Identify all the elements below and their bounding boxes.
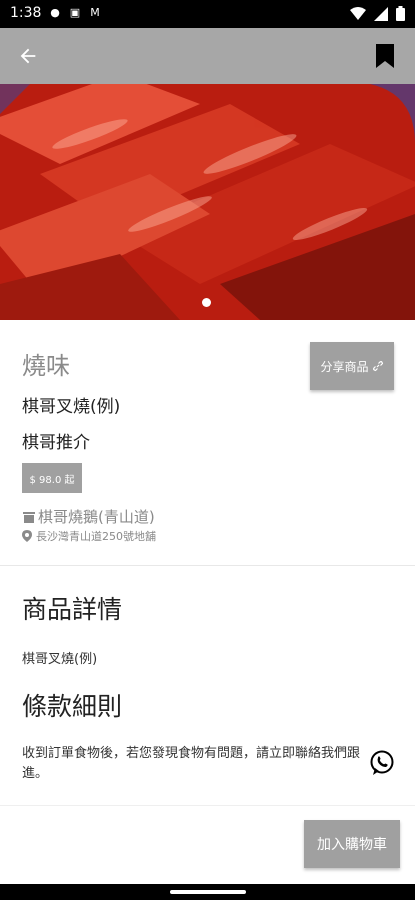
shop-link[interactable]: 棋哥燒鵝(青山道): [22, 506, 155, 527]
bookmark-button[interactable]: [373, 42, 397, 70]
message-icon: ●: [50, 6, 60, 19]
link-icon: [372, 361, 383, 372]
product-recommend: 棋哥推介: [22, 433, 90, 453]
details-text: 棋哥叉燒(例): [22, 652, 98, 667]
system-navigation-bar: [0, 884, 415, 900]
carousel-indicator: [202, 298, 211, 307]
shop-address: 長沙灣青山道250號地舖: [22, 528, 156, 544]
system-icons: [350, 6, 405, 21]
battery-icon: [396, 6, 405, 21]
product-name: 棋哥叉燒(例): [22, 397, 121, 417]
product-image-carousel[interactable]: [0, 84, 415, 320]
image-icon: ▣: [69, 6, 81, 19]
details-heading: 商品詳情: [22, 595, 123, 624]
shop-name: 棋哥燒鵝(青山道): [38, 508, 155, 526]
terms-text: 收到訂單食物後，若您發現食物有問題，請立即聯絡我們跟進。: [22, 746, 361, 781]
terms-heading: 條款細則: [22, 692, 123, 721]
home-gesture-handle[interactable]: [170, 890, 246, 894]
bookmark-icon: [376, 44, 394, 68]
signal-icon: [374, 6, 388, 21]
store-icon: [23, 511, 35, 523]
share-product-button[interactable]: 分享商品: [310, 342, 394, 390]
app-bar: [0, 28, 415, 84]
status-time: 1:38: [10, 5, 42, 21]
whatsapp-icon[interactable]: [368, 749, 396, 777]
price-badge: $ 98.0 起: [22, 463, 82, 493]
product-category: 燒味: [22, 352, 70, 380]
wifi-icon: [350, 6, 366, 20]
add-to-cart-button[interactable]: 加入購物車: [304, 820, 400, 868]
bottom-divider: [0, 805, 415, 806]
share-label: 分享商品: [320, 359, 369, 374]
food-photo: [0, 84, 415, 320]
section-divider: [0, 565, 415, 566]
location-pin-icon: [22, 530, 32, 542]
status-bar: 1:38 ● ▣ M: [0, 0, 415, 28]
notification-icons: ● ▣ M: [48, 6, 102, 20]
arrow-left-icon: [20, 48, 36, 64]
back-button[interactable]: [12, 40, 44, 72]
gmail-icon: M: [90, 6, 100, 19]
address-text: 長沙灣青山道250號地舖: [36, 530, 156, 543]
